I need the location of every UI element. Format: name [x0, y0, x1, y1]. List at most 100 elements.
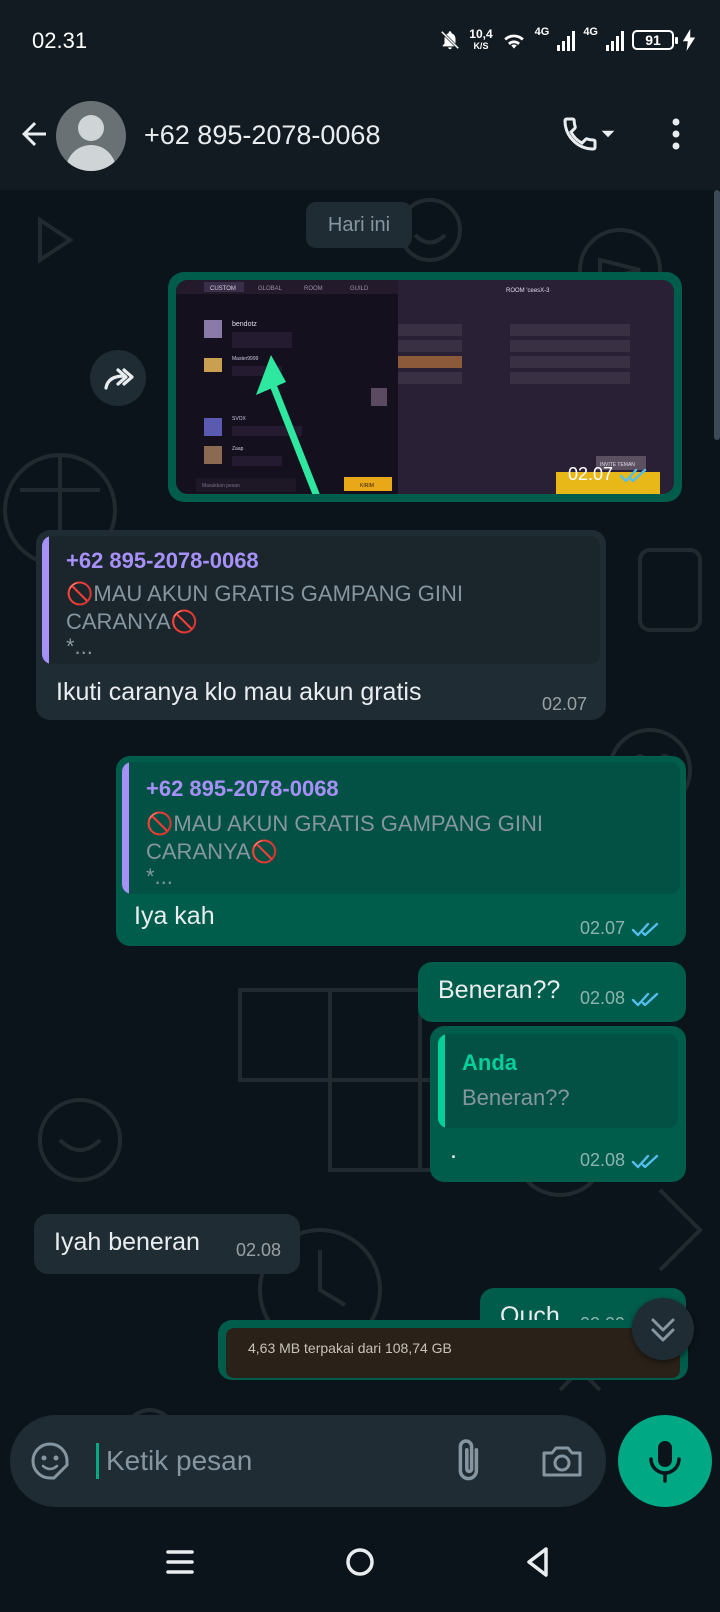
quote-author: +62 895-2078-0068	[66, 548, 259, 573]
tab-global: GLOBAL	[258, 286, 283, 292]
camera-icon[interactable]	[540, 1441, 584, 1481]
message-time: 02.07	[568, 464, 614, 484]
quoted-message[interactable]: Anda Beneran??	[438, 1034, 678, 1128]
avatar[interactable]	[56, 101, 126, 171]
wifi-icon	[503, 34, 524, 49]
read-ticks-icon	[631, 1154, 659, 1168]
quote-line-1: 🚫MAU AKUN GRATIS GAMPANG GINI	[146, 811, 543, 836]
system-nav-bar	[0, 1510, 720, 1612]
tab-custom: CUSTOM	[210, 286, 236, 292]
back-nav-icon[interactable]	[516, 1540, 560, 1584]
scroll-to-bottom-button[interactable]	[632, 1298, 694, 1360]
read-ticks-icon	[619, 468, 647, 482]
text-caret	[96, 1443, 99, 1479]
home-icon[interactable]	[338, 1540, 382, 1584]
quote-line-2: CARANYA🚫	[66, 609, 199, 634]
quote-more: *...	[146, 864, 173, 889]
quoted-message[interactable]: +62 895-2078-0068 🚫MAU AKUN GRATIS GAMPA…	[122, 762, 680, 894]
voice-message-button[interactable]	[618, 1415, 712, 1507]
call-button[interactable]	[560, 114, 620, 154]
image-caption-text: 4,63 MB terpakai dari 108,74 GB	[248, 1340, 452, 1356]
contact-name[interactable]: +62 895-2078-0068	[144, 120, 380, 151]
tab-guild: GUILD	[350, 286, 369, 292]
message-meta: 02.08	[580, 988, 665, 1009]
read-ticks-icon	[631, 922, 659, 936]
message-meta: 02.07	[568, 464, 653, 485]
attach-icon[interactable]	[450, 1437, 490, 1485]
message-time: 02.07	[542, 694, 588, 714]
net-speed-value: 10,4	[469, 27, 493, 41]
forward-button[interactable]	[90, 350, 146, 406]
message-composer	[10, 1415, 606, 1507]
signal-icon-1	[557, 29, 576, 51]
message-image-bubble[interactable]: CUSTOM GLOBAL ROOM GUILD bendotz Master9…	[168, 272, 682, 502]
signal-icon-2	[606, 29, 624, 51]
message-input[interactable]	[106, 1437, 426, 1485]
quote-author: +62 895-2078-0068	[146, 776, 339, 801]
message-bubble-out[interactable]: Anda Beneran?? . 02.08	[430, 1026, 686, 1182]
game-screenshot-image[interactable]: CUSTOM GLOBAL ROOM GUILD bendotz Master9…	[176, 280, 674, 494]
status-bar: 02.31 10,4 K/S 4G 4G 91	[0, 0, 720, 80]
message-image-bubble-partial[interactable]: 4,63 MB terpakai dari 108,74 GB	[218, 1320, 688, 1380]
chevron-down-icon	[601, 130, 615, 138]
quote-line-1: Beneran??	[462, 1085, 570, 1110]
mic-icon	[649, 1441, 681, 1483]
player-name-3: SVOX	[232, 416, 247, 422]
quote-line-1: 🚫MAU AKUN GRATIS GAMPANG GINI	[66, 581, 463, 606]
bell-off-icon	[441, 30, 460, 50]
network-type-1: 4G	[534, 26, 550, 38]
message-time: 02.07	[580, 918, 626, 938]
message-bubble-out[interactable]: Beneran?? 02.08	[418, 962, 686, 1022]
quote-bar	[122, 762, 129, 894]
message-text: .	[450, 1136, 457, 1164]
battery-level: 91	[645, 32, 661, 48]
message-time: 02.08	[580, 1150, 626, 1170]
quote-line-2: CARANYA🚫	[146, 839, 279, 864]
quoted-message[interactable]: +62 895-2078-0068 🚫MAU AKUN GRATIS GAMPA…	[42, 536, 600, 664]
player-name-2: Master9999	[232, 356, 259, 362]
quote-bar	[438, 1034, 445, 1128]
status-icons: 10,4 K/S 4G 4G 91	[439, 24, 696, 56]
back-arrow-icon[interactable]	[16, 116, 52, 152]
message-bubble-out[interactable]: +62 895-2078-0068 🚫MAU AKUN GRATIS GAMPA…	[116, 756, 686, 946]
message-bubble-in[interactable]: +62 895-2078-0068 🚫MAU AKUN GRATIS GAMPA…	[36, 530, 606, 720]
player-name-1: bendotz	[232, 321, 257, 328]
network-type-2: 4G	[583, 26, 598, 38]
message-text: Iya kah	[134, 902, 215, 930]
message-list[interactable]: Hari ini CUSTOM GLOBAL ROOM GUILD bendot…	[0, 190, 720, 1510]
phone-icon	[563, 117, 597, 151]
message-meta: 02.07	[542, 694, 587, 715]
charging-icon	[682, 29, 696, 51]
read-ticks-icon	[631, 992, 659, 1006]
message-meta: 02.07	[580, 918, 665, 939]
message-text: Iyah beneran	[54, 1228, 200, 1256]
date-separator: Hari ini	[306, 202, 412, 248]
message-text: Beneran??	[438, 976, 561, 1004]
quote-more: *...	[66, 634, 93, 659]
room-title: ROOM 'ceesX-3	[506, 288, 550, 294]
net-speed: 10,4 K/S	[469, 28, 492, 52]
net-speed-unit: K/S	[473, 41, 489, 51]
image-send-button: KIRIM	[360, 483, 374, 489]
sticker-icon[interactable]	[30, 1441, 70, 1481]
more-vert-icon[interactable]	[660, 114, 692, 154]
forward-icon	[104, 368, 134, 390]
chat-header: +62 895-2078-0068	[0, 80, 720, 190]
quote-author: Anda	[462, 1050, 517, 1075]
status-time: 02.31	[32, 28, 88, 53]
message-text: Ikuti caranya klo mau akun gratis	[56, 678, 422, 706]
image-message-placeholder: Masukkan pesan	[202, 483, 240, 489]
message-meta: 02.08	[580, 1150, 665, 1171]
message-time: 02.08	[580, 988, 626, 1008]
message-bubble-in[interactable]: Iyah beneran 02.08	[34, 1214, 300, 1274]
double-chevron-down-icon	[651, 1318, 675, 1342]
recent-apps-icon[interactable]	[158, 1540, 202, 1584]
screenshot-graphic: CUSTOM GLOBAL ROOM GUILD bendotz Master9…	[176, 280, 674, 494]
message-time: 02.08	[236, 1240, 282, 1260]
tab-room: ROOM	[304, 286, 323, 292]
scrollbar[interactable]	[714, 190, 720, 440]
message-meta: 02.08	[236, 1240, 281, 1261]
storage-screenshot-image[interactable]: 4,63 MB terpakai dari 108,74 GB	[226, 1328, 680, 1378]
battery-icon: 91	[632, 30, 678, 50]
player-name-4: Zaap	[232, 446, 244, 452]
